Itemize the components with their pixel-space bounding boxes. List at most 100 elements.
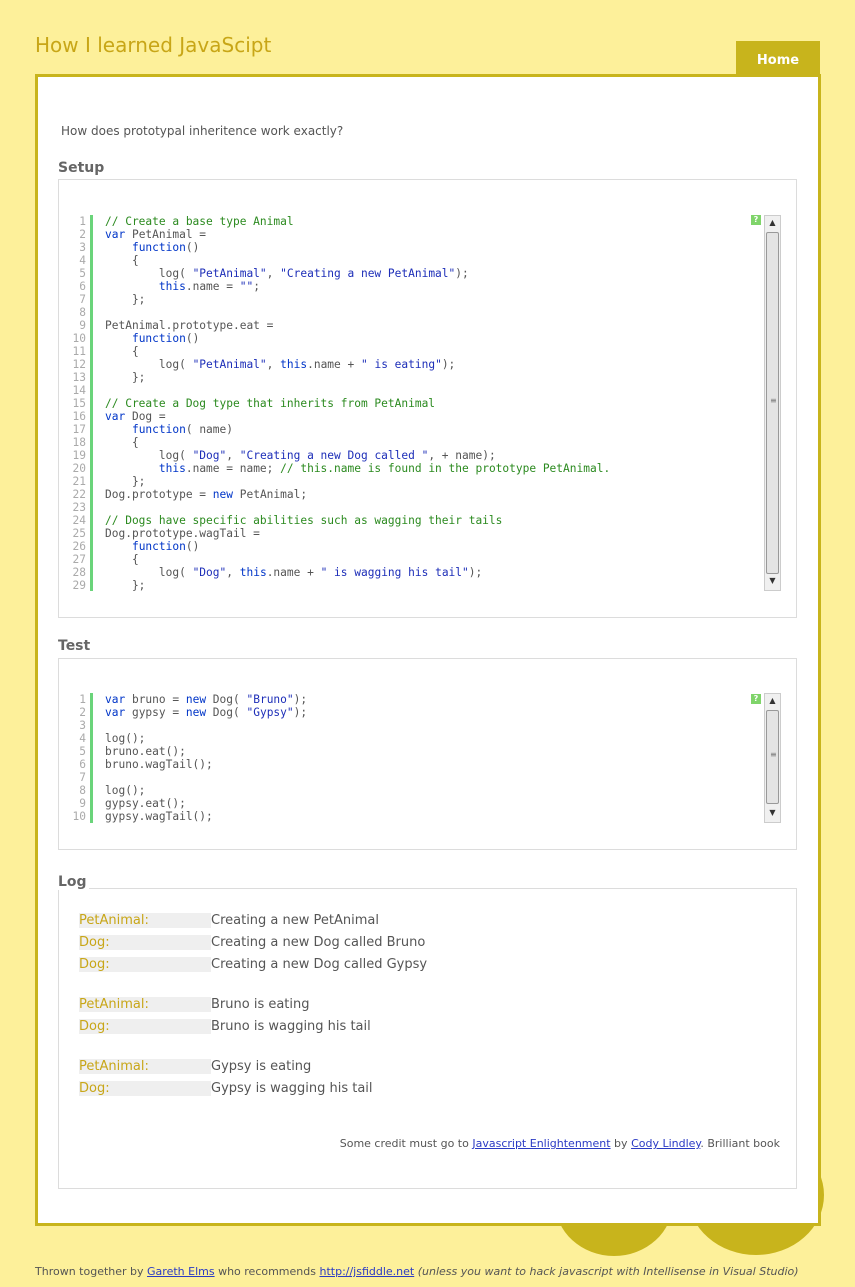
code-line[interactable]: 14 [66, 384, 759, 397]
code-line[interactable]: 17 function( name) [66, 423, 759, 436]
test-code-editor[interactable]: 1 var bruno = new Dog( "Bruno"); 2 var gyps… [66, 693, 759, 825]
test-help-icon[interactable]: ? [751, 694, 761, 704]
code-line[interactable]: 13 }; [66, 371, 759, 384]
code-line[interactable]: 22 Dog.prototype = new PetAnimal; [66, 488, 759, 501]
code-token: "Dog" [192, 449, 227, 462]
code-line[interactable]: 18 { [66, 436, 759, 449]
code-line[interactable]: 3 function() [66, 241, 759, 254]
code-line[interactable]: 24 // Dogs have specific abilities such a… [66, 514, 759, 527]
code-token: this [239, 566, 267, 579]
code-line[interactable]: 23 [66, 501, 759, 514]
code-token: var [105, 706, 132, 719]
code-line[interactable]: 6 this.name = ""; [66, 280, 759, 293]
code-line[interactable]: 1 // Create a base type Animal [66, 215, 759, 228]
code-line[interactable]: 19 log( "Dog", "Creating a new Dog calle… [66, 449, 759, 462]
home-tab[interactable]: Home [736, 41, 820, 77]
code-line[interactable]: 26 function() [66, 540, 759, 553]
line-number: 7 [66, 771, 93, 784]
code-token: log( [105, 566, 193, 579]
code-line[interactable]: 8 [66, 306, 759, 319]
code-line[interactable]: 27 { [66, 553, 759, 566]
line-number: 12 [66, 358, 93, 371]
code-token: ); [293, 693, 308, 706]
code-line[interactable]: 15 // Create a Dog type that inherits fro… [66, 397, 759, 410]
scroll-down-icon[interactable]: ▼ [765, 806, 780, 820]
code-line[interactable]: 4 { [66, 254, 759, 267]
scroll-thumb[interactable]: ≡ [766, 232, 779, 574]
scroll-thumb[interactable]: ≡ [766, 710, 779, 804]
line-number: 6 [66, 280, 93, 293]
code-line[interactable]: 9 gypsy.eat(); [66, 797, 759, 810]
code-line[interactable]: 11 { [66, 345, 759, 358]
code-line[interactable]: 20 this.name = name; // this.name is fou… [66, 462, 759, 475]
code-token: " is wagging his tail" [320, 566, 469, 579]
log-entry: Dog: Creating a new Dog called Gypsy [79, 957, 427, 973]
setup-scrollbar[interactable]: ▲ ≡ ▼ [764, 215, 781, 591]
setup-code-editor[interactable]: 1 // Create a base type Animal 2 var PetAni… [66, 215, 759, 591]
code-token: () [185, 540, 200, 553]
line-number: 28 [66, 566, 93, 579]
log-category: Dog: [79, 1019, 211, 1034]
code-line[interactable]: 2 var gypsy = new Dog( "Gypsy"); [66, 706, 759, 719]
scroll-up-icon[interactable]: ▲ [765, 216, 780, 230]
code-line[interactable]: 6 bruno.wagTail(); [66, 758, 759, 771]
code-token: new [185, 706, 207, 719]
test-scrollbar[interactable]: ▲ ≡ ▼ [764, 693, 781, 823]
code-token: this [158, 280, 186, 293]
code-line[interactable]: 5 log( "PetAnimal", "Creating a new PetA… [66, 267, 759, 280]
line-number: 25 [66, 527, 93, 540]
setup-help-icon[interactable]: ? [751, 215, 761, 225]
code-line[interactable]: 8 log(); [66, 784, 759, 797]
code-line[interactable]: 28 log( "Dog", this.name + " is wagging … [66, 566, 759, 579]
line-number: 22 [66, 488, 93, 501]
cody-lindley-link[interactable]: Cody Lindley [631, 1137, 700, 1150]
log-legend: Log [56, 874, 89, 890]
code-line[interactable]: 5 bruno.eat(); [66, 745, 759, 758]
code-token: "Creating a new PetAnimal" [280, 267, 456, 280]
code-token: ); [293, 706, 308, 719]
code-line[interactable]: 29 }; [66, 579, 759, 591]
code-line[interactable]: 10 gypsy.wagTail(); [66, 810, 759, 823]
code-token: }; [105, 579, 146, 591]
line-number: 6 [66, 758, 93, 771]
line-number: 17 [66, 423, 93, 436]
code-token: }; [105, 371, 146, 384]
line-number: 7 [66, 293, 93, 306]
code-line[interactable]: 21 }; [66, 475, 759, 488]
code-token: log( [105, 358, 193, 371]
author-link[interactable]: Gareth Elms [147, 1265, 215, 1278]
code-line[interactable]: 9 PetAnimal.prototype.eat = [66, 319, 759, 332]
code-line[interactable]: 16 var Dog = [66, 410, 759, 423]
line-number: 3 [66, 241, 93, 254]
code-line[interactable]: 7 }; [66, 293, 759, 306]
code-line[interactable]: 12 log( "PetAnimal", this.name + " is ea… [66, 358, 759, 371]
code-token: ); [455, 267, 469, 280]
line-number: 15 [66, 397, 93, 410]
code-token: { [105, 436, 139, 449]
code-line[interactable]: 10 function() [66, 332, 759, 345]
code-token: gypsy.wagTail(); [105, 810, 213, 823]
code-token: gypsy = [131, 706, 186, 719]
code-token: , [226, 449, 240, 462]
log-category: Dog: [79, 957, 211, 972]
code-token: log( [105, 267, 193, 280]
scroll-down-icon[interactable]: ▼ [765, 574, 780, 588]
main-panel: How does prototypal inheritence work exa… [35, 74, 821, 1226]
code-line[interactable]: 1 var bruno = new Dog( "Bruno"); [66, 693, 759, 706]
code-line[interactable]: 25 Dog.prototype.wagTail = [66, 527, 759, 540]
credit-text: Some credit must go to Javascript Enligh… [339, 1137, 780, 1150]
code-line[interactable]: 3 [66, 719, 759, 732]
code-token: "Creating a new Dog called " [239, 449, 429, 462]
footer: Thrown together by Gareth Elms who recom… [35, 1265, 799, 1278]
code-line[interactable]: 7 [66, 771, 759, 784]
jsfiddle-link[interactable]: http://jsfiddle.net [319, 1265, 414, 1278]
code-line[interactable]: 2 var PetAnimal = [66, 228, 759, 241]
javascript-enlightenment-link[interactable]: Javascript Enlightenment [472, 1137, 610, 1150]
scroll-up-icon[interactable]: ▲ [765, 694, 780, 708]
code-token: .name + [266, 566, 321, 579]
line-number: 21 [66, 475, 93, 488]
code-line[interactable]: 4 log(); [66, 732, 759, 745]
